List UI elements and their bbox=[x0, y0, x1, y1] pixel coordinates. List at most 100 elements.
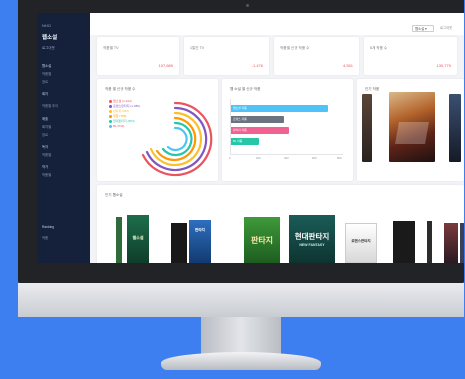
sidebar-item-ranking-work[interactable]: 작품 bbox=[42, 235, 48, 240]
bar: BL 작품 bbox=[231, 138, 259, 145]
bar-plot-area: 웹소설 작품 로맨스 작품 판타지 작품 BL 작품 bbox=[230, 99, 343, 155]
donut-chart-card: 작품 별 신규 작품 수 웹소설 (1,234) 로맨스판타지 (1,089) … bbox=[97, 79, 218, 181]
book-cover[interactable] bbox=[116, 217, 122, 263]
x-tick: 0 bbox=[229, 156, 231, 160]
sidebar-item-genre[interactable]: 장르 bbox=[42, 79, 48, 84]
sidebar-item-by-work[interactable]: 작품별 bbox=[42, 71, 51, 76]
stat-value: -1,476 bbox=[251, 63, 263, 68]
book-cover[interactable]: 현대판타지 NEW FANTASY bbox=[289, 215, 335, 263]
bar: 판타지 작품 bbox=[231, 127, 290, 134]
sidebar-item-sales-episode[interactable]: 회차별 bbox=[42, 124, 51, 129]
stat-value: 107,689 bbox=[158, 63, 173, 68]
chart-title: 웹 소설 별 신규 작품 bbox=[230, 87, 261, 91]
stat-label: 1일간 TV bbox=[190, 46, 205, 50]
book-cover[interactable] bbox=[393, 221, 415, 263]
bar-label: 로맨스 작품 bbox=[233, 117, 247, 121]
book-title: 판타지 bbox=[250, 236, 274, 245]
poster-image[interactable] bbox=[389, 92, 435, 162]
sidebar-item-webnovel[interactable]: 웹소설 bbox=[42, 63, 51, 68]
book-title: 로맨스판타지 bbox=[351, 239, 371, 243]
book-title: 판타지 bbox=[195, 228, 205, 232]
sidebar-item-episode[interactable]: 회차 bbox=[42, 91, 48, 96]
chart-title: 인기 작품 bbox=[365, 87, 380, 91]
stat-value: 130,779 bbox=[436, 63, 451, 68]
posters-card: 인기 작품 bbox=[357, 79, 464, 181]
ring-arc bbox=[166, 126, 188, 152]
sidebar-item-sales[interactable]: 매출 bbox=[42, 116, 48, 121]
legend-label: 현대판타지 (654) bbox=[113, 119, 135, 123]
x-tick: 600 bbox=[312, 156, 317, 160]
book-subtitle: NEW FANTASY bbox=[299, 243, 325, 247]
legend-item: 무협 (765) bbox=[109, 114, 126, 118]
legend-label: 무협 (765) bbox=[113, 114, 127, 118]
stat-card: 6개 작품 수 130,779 bbox=[364, 37, 457, 75]
monitor-chin bbox=[18, 283, 464, 317]
logout-link[interactable]: 로그아웃 bbox=[440, 25, 452, 32]
sidebar-item-readers[interactable]: 독자 bbox=[42, 144, 48, 149]
legend-dot bbox=[109, 114, 112, 118]
sidebar-title: 웹소설 bbox=[42, 35, 58, 41]
sidebar-logo: NHO bbox=[42, 23, 51, 28]
stat-label: 6개 작품 수 bbox=[370, 46, 388, 50]
stat-label: 작품별 신규 작품 수 bbox=[280, 46, 310, 50]
legend-dot bbox=[109, 109, 112, 113]
book-title: 웹소설 bbox=[132, 235, 144, 240]
book-cover[interactable]: 판타지 bbox=[189, 220, 211, 263]
bar-chart-card: 웹 소설 별 신규 작품 웹소설 작품 로맨스 작품 판타지 작품 BL 작품 … bbox=[222, 79, 353, 181]
sidebar-item-trend[interactable]: 작품별 추이 bbox=[42, 103, 58, 108]
sidebar-item-readers-work[interactable]: 작품별 bbox=[42, 152, 51, 157]
camera-dot bbox=[246, 4, 249, 7]
bar-label: 웹소설 작품 bbox=[233, 106, 247, 110]
chart-title: 인기 웹소설 bbox=[105, 193, 123, 197]
monitor-stand-base bbox=[161, 352, 321, 370]
sidebar-item-sales-genre[interactable]: 장르 bbox=[42, 132, 48, 137]
top-bar: 웹소설 ▾ 로그아웃 bbox=[90, 13, 464, 35]
legend-label: 판타지 (987) bbox=[113, 109, 130, 113]
poster-image[interactable] bbox=[362, 94, 372, 162]
sidebar-logout[interactable]: 로그아웃 bbox=[42, 46, 55, 51]
radial-rings-chart bbox=[141, 101, 213, 177]
book-cover[interactable]: 로맨스판타지 bbox=[345, 223, 377, 263]
legend-item: 웹소설 (1,234) bbox=[109, 99, 132, 103]
book-cover[interactable]: 판타지 bbox=[244, 217, 280, 263]
legend-dot bbox=[109, 124, 112, 128]
sidebar-item-author-work[interactable]: 작품별 bbox=[42, 172, 51, 177]
legend-dot bbox=[109, 99, 112, 103]
x-tick: 200 bbox=[256, 156, 261, 160]
monitor-bezel: NHO 웹소설 로그아웃 웹소설 작품별 장르 회차 작품별 추이 매출 회차별… bbox=[18, 0, 464, 283]
legend-label: BL (543) bbox=[113, 124, 125, 128]
legend-item: 판타지 (987) bbox=[109, 109, 129, 113]
book-cover[interactable] bbox=[427, 221, 432, 263]
stat-card: 1일간 TV -1,476 bbox=[184, 37, 269, 75]
legend-dot bbox=[109, 104, 112, 108]
poster-title-graphic bbox=[395, 122, 429, 144]
book-cover[interactable] bbox=[444, 223, 458, 263]
sidebar: NHO 웹소설 로그아웃 웹소설 작품별 장르 회차 작품별 추이 매출 회차별… bbox=[37, 13, 90, 263]
x-tick: 400 bbox=[284, 156, 289, 160]
stat-value: 4,551 bbox=[342, 63, 353, 68]
chart-title: 작품 별 신규 작품 수 bbox=[105, 87, 136, 91]
screen: NHO 웹소설 로그아웃 웹소설 작품별 장르 회차 작품별 추이 매출 회차별… bbox=[37, 13, 464, 263]
poster-image[interactable] bbox=[449, 94, 461, 162]
book-cover[interactable] bbox=[460, 223, 464, 263]
legend-item: BL (543) bbox=[109, 124, 124, 128]
bar: 로맨스 작품 bbox=[231, 116, 284, 123]
books-card: 인기 웹소설 웹소설 판타지 판타지 현대판타지 NEW FANTASY 로맨스… bbox=[97, 185, 464, 263]
category-select[interactable]: 웹소설 ▾ bbox=[412, 25, 434, 32]
sidebar-item-author[interactable]: 작가 bbox=[42, 164, 48, 169]
bar-label: BL 작품 bbox=[233, 139, 243, 143]
book-cover[interactable] bbox=[171, 223, 187, 263]
ring-arc bbox=[155, 116, 197, 162]
legend-label: 웹소설 (1,234) bbox=[113, 99, 132, 103]
ring-arc bbox=[149, 111, 203, 167]
bar-label: 판타지 작품 bbox=[233, 128, 247, 132]
book-cover[interactable]: 웹소설 bbox=[127, 215, 149, 263]
bar: 웹소설 작품 bbox=[231, 105, 329, 112]
stat-card: 작품별 TV 107,689 bbox=[97, 37, 179, 75]
stat-card: 작품별 신규 작품 수 4,551 bbox=[274, 37, 359, 75]
legend-item: 현대판타지 (654) bbox=[109, 119, 135, 123]
x-tick: 800 bbox=[337, 156, 342, 160]
sidebar-item-ranking[interactable]: Ranking bbox=[42, 225, 54, 229]
book-title: 현대판타지 bbox=[294, 232, 330, 241]
stat-label: 작품별 TV bbox=[103, 46, 119, 50]
